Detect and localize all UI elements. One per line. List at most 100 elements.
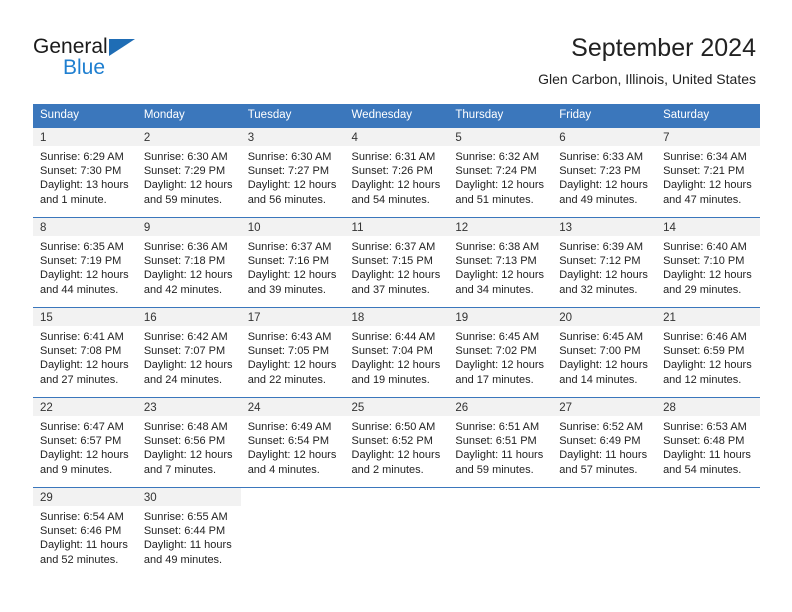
day-cell[interactable]: 4 Sunrise: 6:31 AM Sunset: 7:26 PM Dayli… — [344, 127, 449, 218]
day-cell[interactable]: 23 Sunrise: 6:48 AM Sunset: 6:56 PM Dayl… — [136, 397, 241, 488]
day-number: 3 — [240, 128, 345, 146]
day-number: 20 — [552, 308, 657, 326]
daylight-text: Daylight: 12 hours and 47 minutes. — [663, 179, 752, 206]
sunrise-text: Sunrise: 6:45 AM — [455, 331, 540, 343]
sunrise-text: Sunrise: 6:51 AM — [455, 421, 540, 433]
day-number: 19 — [448, 308, 553, 326]
sunset-text: Sunset: 7:27 PM — [247, 165, 330, 178]
weekday-header-saturday: Saturday — [656, 104, 760, 128]
day-cell[interactable]: 30 Sunrise: 6:55 AM Sunset: 6:44 PM Dayl… — [136, 487, 241, 574]
day-cell[interactable]: 12 Sunrise: 6:38 AM Sunset: 7:13 PM Dayl… — [448, 217, 553, 308]
sunset-text: Sunset: 7:10 PM — [663, 255, 745, 268]
sunrise-text: Sunrise: 6:39 AM — [559, 241, 643, 253]
day-number: 17 — [240, 308, 345, 326]
day-cell[interactable]: 7 Sunrise: 6:34 AM Sunset: 7:21 PM Dayli… — [656, 127, 760, 218]
sunrise-text: Sunrise: 6:34 AM — [663, 151, 747, 163]
daylight-text: Daylight: 12 hours and 14 minutes. — [559, 359, 648, 386]
sunrise-text: Sunrise: 6:31 AM — [351, 151, 436, 163]
day-number: 29 — [33, 488, 137, 506]
sunset-text: Sunset: 7:21 PM — [663, 165, 745, 178]
logo-text-general: General — [33, 35, 108, 58]
sunset-text: Sunset: 7:04 PM — [351, 345, 433, 358]
location-subtitle: Glen Carbon, Illinois, United States — [538, 71, 756, 87]
calendar-week-row: 8 Sunrise: 6:35 AM Sunset: 7:19 PM Dayli… — [33, 217, 760, 308]
day-cell[interactable]: 2 Sunrise: 6:30 AM Sunset: 7:29 PM Dayli… — [136, 127, 241, 218]
sunrise-text: Sunrise: 6:49 AM — [247, 421, 332, 433]
sunrise-text: Sunrise: 6:42 AM — [143, 331, 228, 343]
day-number — [552, 488, 656, 506]
day-number: 6 — [552, 128, 657, 146]
sunrise-text: Sunrise: 6:45 AM — [559, 331, 643, 343]
sunset-text: Sunset: 7:12 PM — [559, 255, 641, 268]
day-cell[interactable]: 15 Sunrise: 6:41 AM Sunset: 7:08 PM Dayl… — [33, 307, 137, 398]
weekday-header-thursday: Thursday — [448, 104, 553, 128]
day-number — [345, 488, 449, 506]
daylight-text: Daylight: 12 hours and 34 minutes. — [455, 269, 545, 296]
sunrise-text: Sunrise: 6:32 AM — [455, 151, 540, 163]
daylight-text: Daylight: 12 hours and 27 minutes. — [40, 359, 129, 386]
daylight-text: Daylight: 12 hours and 51 minutes. — [455, 179, 545, 206]
day-cell-empty — [552, 487, 657, 574]
sunrise-text: Sunrise: 6:52 AM — [559, 421, 643, 433]
day-cell[interactable]: 25 Sunrise: 6:50 AM Sunset: 6:52 PM Dayl… — [344, 397, 449, 488]
daylight-text: Daylight: 12 hours and 9 minutes. — [40, 449, 129, 476]
day-cell[interactable]: 26 Sunrise: 6:51 AM Sunset: 6:51 PM Dayl… — [448, 397, 553, 488]
day-number: 15 — [33, 308, 137, 326]
day-cell[interactable]: 17 Sunrise: 6:43 AM Sunset: 7:05 PM Dayl… — [240, 307, 345, 398]
day-cell[interactable]: 1 Sunrise: 6:29 AM Sunset: 7:30 PM Dayli… — [33, 127, 137, 218]
sunset-text: Sunset: 7:19 PM — [40, 255, 122, 268]
day-cell[interactable]: 9 Sunrise: 6:36 AM Sunset: 7:18 PM Dayli… — [136, 217, 241, 308]
calendar-week-row: 29 Sunrise: 6:54 AM Sunset: 6:46 PM Dayl… — [33, 487, 760, 574]
general-blue-logo[interactable]: General Blue — [33, 36, 213, 84]
weekday-header-friday: Friday — [552, 104, 657, 128]
daylight-text: Daylight: 11 hours and 54 minutes. — [663, 449, 751, 476]
sunset-text: Sunset: 6:49 PM — [559, 435, 641, 448]
day-cell[interactable]: 24 Sunrise: 6:49 AM Sunset: 6:54 PM Dayl… — [240, 397, 345, 488]
daylight-text: Daylight: 12 hours and 39 minutes. — [247, 269, 337, 296]
day-cell[interactable]: 3 Sunrise: 6:30 AM Sunset: 7:27 PM Dayli… — [240, 127, 345, 218]
calendar-week-row: 15 Sunrise: 6:41 AM Sunset: 7:08 PM Dayl… — [33, 307, 760, 398]
sunrise-text: Sunrise: 6:40 AM — [663, 241, 747, 253]
day-cell[interactable]: 8 Sunrise: 6:35 AM Sunset: 7:19 PM Dayli… — [33, 217, 137, 308]
day-cell[interactable]: 27 Sunrise: 6:52 AM Sunset: 6:49 PM Dayl… — [552, 397, 657, 488]
day-cell[interactable]: 16 Sunrise: 6:42 AM Sunset: 7:07 PM Dayl… — [136, 307, 241, 398]
sunset-text: Sunset: 7:02 PM — [455, 345, 537, 358]
weekday-header-monday: Monday — [136, 104, 241, 128]
sunrise-text: Sunrise: 6:33 AM — [559, 151, 643, 163]
day-cell[interactable]: 14 Sunrise: 6:40 AM Sunset: 7:10 PM Dayl… — [656, 217, 760, 308]
day-cell[interactable]: 5 Sunrise: 6:32 AM Sunset: 7:24 PM Dayli… — [448, 127, 553, 218]
sunrise-text: Sunrise: 6:47 AM — [40, 421, 124, 433]
day-cell[interactable]: 20 Sunrise: 6:45 AM Sunset: 7:00 PM Dayl… — [552, 307, 657, 398]
calendar-page: General Blue September 2024 Glen Carbon,… — [0, 0, 792, 612]
day-cell[interactable]: 6 Sunrise: 6:33 AM Sunset: 7:23 PM Dayli… — [552, 127, 657, 218]
sunset-text: Sunset: 7:30 PM — [40, 165, 122, 178]
day-cell[interactable]: 10 Sunrise: 6:37 AM Sunset: 7:16 PM Dayl… — [240, 217, 345, 308]
day-cell-empty — [448, 487, 553, 574]
weekday-header-sunday: Sunday — [33, 104, 137, 128]
day-cell[interactable]: 18 Sunrise: 6:44 AM Sunset: 7:04 PM Dayl… — [344, 307, 449, 398]
sunrise-text: Sunrise: 6:30 AM — [143, 151, 228, 163]
day-number: 8 — [33, 218, 137, 236]
day-number: 4 — [344, 128, 449, 146]
day-cell[interactable]: 13 Sunrise: 6:39 AM Sunset: 7:12 PM Dayl… — [552, 217, 657, 308]
day-number: 25 — [344, 398, 449, 416]
daylight-text: Daylight: 12 hours and 42 minutes. — [143, 269, 233, 296]
day-cell[interactable]: 19 Sunrise: 6:45 AM Sunset: 7:02 PM Dayl… — [448, 307, 553, 398]
sunrise-text: Sunrise: 6:30 AM — [247, 151, 332, 163]
day-number: 27 — [552, 398, 657, 416]
day-cell[interactable]: 21 Sunrise: 6:46 AM Sunset: 6:59 PM Dayl… — [656, 307, 760, 398]
day-number: 22 — [33, 398, 137, 416]
daylight-text: Daylight: 11 hours and 57 minutes. — [559, 449, 648, 476]
day-cell[interactable]: 22 Sunrise: 6:47 AM Sunset: 6:57 PM Dayl… — [33, 397, 137, 488]
day-cell-empty — [240, 487, 345, 574]
sunset-text: Sunset: 6:44 PM — [143, 525, 226, 538]
day-cell[interactable]: 11 Sunrise: 6:37 AM Sunset: 7:15 PM Dayl… — [344, 217, 449, 308]
day-cell-empty — [344, 487, 449, 574]
day-number: 1 — [33, 128, 137, 146]
sunrise-text: Sunrise: 6:43 AM — [247, 331, 332, 343]
sunrise-text: Sunrise: 6:48 AM — [143, 421, 228, 433]
day-cell[interactable]: 28 Sunrise: 6:53 AM Sunset: 6:48 PM Dayl… — [656, 397, 760, 488]
day-cell[interactable]: 29 Sunrise: 6:54 AM Sunset: 6:46 PM Dayl… — [33, 487, 137, 574]
sunset-text: Sunset: 6:59 PM — [663, 345, 745, 358]
logo-triangle-icon — [109, 39, 135, 56]
